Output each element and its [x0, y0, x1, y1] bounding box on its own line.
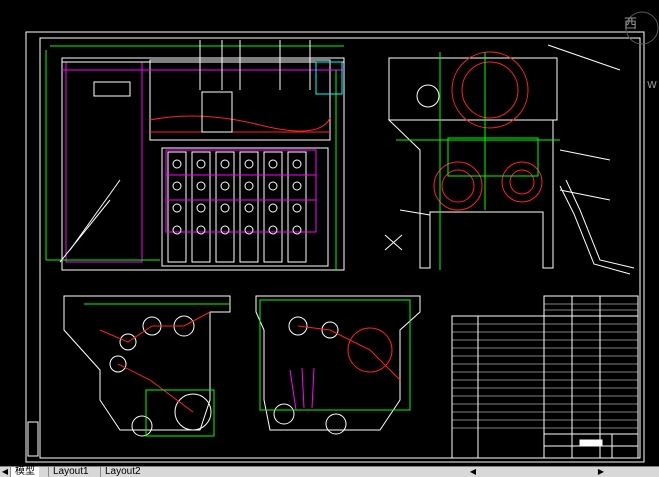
layout-tab-bar: ◀ 模型 Layout1 Layout2 ◀ ▶ — [0, 466, 659, 477]
revision-block — [27, 421, 39, 457]
drawing-inner-border — [39, 37, 641, 459]
drawing-canvas[interactable] — [0, 0, 659, 476]
section-view-right — [255, 295, 421, 435]
viewcube-direction-label[interactable]: 西 — [624, 13, 637, 32]
wcs-label[interactable]: W — [647, 80, 657, 91]
side-view — [387, 44, 635, 275]
cad-drawing — [25, 31, 645, 463]
title-block — [543, 433, 639, 459]
front-view — [45, 40, 403, 271]
section-view-left — [63, 295, 231, 437]
